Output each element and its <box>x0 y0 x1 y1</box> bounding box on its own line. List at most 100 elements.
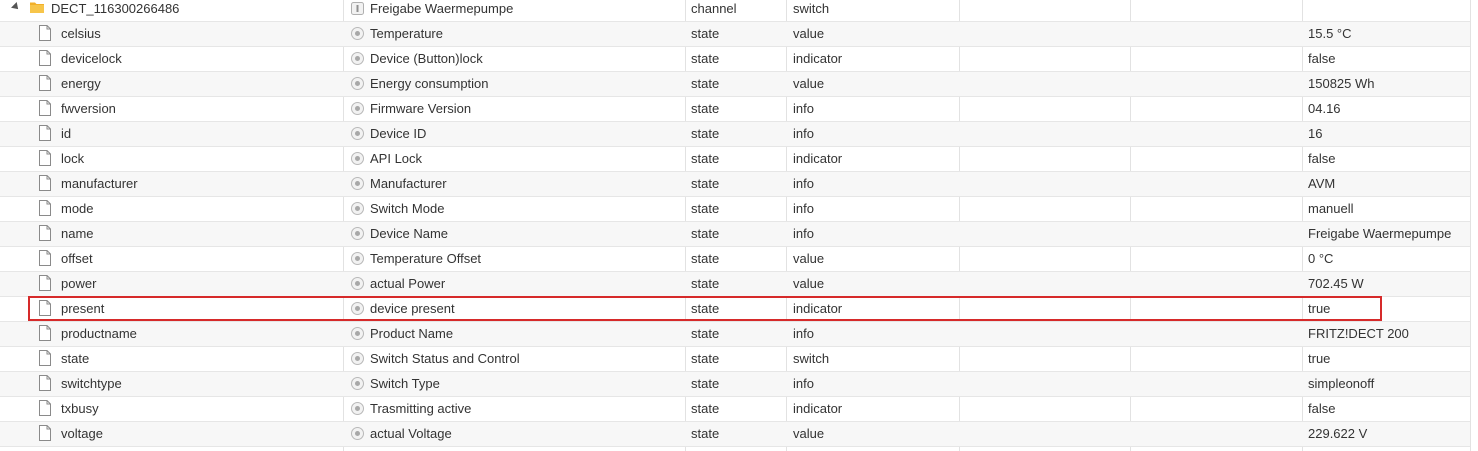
state-value[interactable]: true <box>1303 297 1470 321</box>
state-name: energy <box>61 76 101 91</box>
file-icon <box>39 225 51 241</box>
state-value[interactable]: 0 °C <box>1303 247 1470 271</box>
state-type: state <box>691 351 720 366</box>
state-title-cell: API Lock <box>344 147 685 171</box>
channel-row[interactable]: DECT_116300266486 Freigabe Waermepumpe c… <box>0 0 1470 22</box>
state-type: state <box>691 76 720 91</box>
state-value[interactable]: 04.16 <box>1303 97 1470 121</box>
state-row-celsius[interactable]: celsius Temperature state value 15.5 °C <box>0 22 1470 47</box>
empty-cell <box>1131 222 1302 246</box>
state-title: Trasmitting active <box>370 401 472 416</box>
state-row-mode[interactable]: mode Switch Mode state info manuell <box>0 197 1470 222</box>
empty-cell <box>1131 172 1302 196</box>
state-type: state <box>691 426 720 441</box>
state-row-txbusy[interactable]: txbusy Trasmitting active state indicator fa… <box>0 397 1470 422</box>
state-row-offset[interactable]: offset Temperature Offset state value 0 °C <box>0 247 1470 272</box>
state-name-cell: mode <box>0 197 343 221</box>
state-value[interactable]: simpleonoff <box>1303 372 1470 396</box>
state-icon <box>351 302 364 315</box>
state-row-power[interactable]: power actual Power state value 702.45 W <box>0 272 1470 297</box>
state-type: state <box>691 101 720 116</box>
state-title: Temperature <box>370 26 443 41</box>
state-icon <box>351 102 364 115</box>
state-name: devicelock <box>61 51 122 66</box>
state-name-cell: energy <box>0 72 343 96</box>
file-icon <box>39 400 51 416</box>
state-icon <box>351 227 364 240</box>
state-type: state <box>691 226 720 241</box>
state-row-manufacturer[interactable]: manufacturer Manufacturer state info AVM <box>0 172 1470 197</box>
empty-cell <box>960 322 1130 346</box>
state-row-productname[interactable]: productname Product Name state info FRITZ!DE… <box>0 322 1470 347</box>
state-title: Device ID <box>370 126 427 141</box>
state-icon <box>351 27 364 40</box>
state-value[interactable]: false <box>1303 397 1470 421</box>
empty-cell <box>960 72 1130 96</box>
state-value[interactable]: 229.622 V <box>1303 422 1470 446</box>
state-row-present[interactable]: present device present state indicator true <box>0 297 1470 322</box>
state-icon <box>351 277 364 290</box>
state-title: Switch Mode <box>370 201 445 216</box>
state-value[interactable]: manuell <box>1303 197 1470 221</box>
state-role: value <box>793 26 825 41</box>
state-value[interactable]: 702.45 W <box>1303 272 1470 296</box>
state-title: Device (Button)lock <box>370 51 483 66</box>
state-type: state <box>691 251 720 266</box>
state-title-cell: Switch Mode <box>344 197 685 221</box>
state-row-id[interactable]: id Device ID state info 16 <box>0 122 1470 147</box>
state-title-cell: device present <box>344 297 685 321</box>
state-title-cell: actual Voltage <box>344 422 685 446</box>
empty-cell <box>960 122 1130 146</box>
state-title-cell: actual Power <box>344 272 685 296</box>
state-value[interactable]: false <box>1303 47 1470 71</box>
state-value[interactable]: true <box>1303 347 1470 371</box>
state-row-devicelock[interactable]: devicelock Device (Button)lock state indica… <box>0 47 1470 72</box>
state-value[interactable]: AVM <box>1303 172 1470 196</box>
empty-cell <box>960 47 1130 71</box>
state-row-lock[interactable]: lock API Lock state indicator false <box>0 147 1470 172</box>
state-title-cell: Trasmitting active <box>344 397 685 421</box>
empty-cell <box>960 22 1130 46</box>
file-icon <box>39 175 51 191</box>
state-type: state <box>691 201 720 216</box>
state-type: state <box>691 326 720 341</box>
state-row-energy[interactable]: energy Energy consumption state value 150825… <box>0 72 1470 97</box>
state-title: Device Name <box>370 226 449 241</box>
expand-caret-icon[interactable] <box>11 2 21 12</box>
state-role: value <box>793 251 825 266</box>
state-row-fwversion[interactable]: fwversion Firmware Version state info 04.16 <box>0 97 1470 122</box>
file-icon <box>39 100 51 116</box>
column-divider <box>1470 0 1471 451</box>
state-value[interactable]: false <box>1303 147 1470 171</box>
object-tree-table: DECT_116300266486 Freigabe Waermepumpe c… <box>0 0 1478 451</box>
state-icon <box>351 152 364 165</box>
state-value[interactable]: 150825 Wh <box>1303 72 1470 96</box>
state-icon <box>351 327 364 340</box>
state-icon <box>351 402 364 415</box>
state-value[interactable]: FRITZ!DECT 200 <box>1303 322 1470 346</box>
empty-cell <box>1131 272 1302 296</box>
state-value[interactable]: 15.5 °C <box>1303 22 1470 46</box>
state-name-cell: name <box>0 222 343 246</box>
file-icon <box>39 350 51 366</box>
state-icon <box>351 177 364 190</box>
file-icon <box>39 125 51 141</box>
state-value[interactable]: Freigabe Waermepumpe <box>1303 222 1470 246</box>
state-row-name[interactable]: name Device Name state info Freigabe Waermep… <box>0 222 1470 247</box>
state-icon <box>351 127 364 140</box>
empty-cell <box>960 97 1130 121</box>
state-icon <box>351 352 364 365</box>
state-value[interactable]: 16 <box>1303 122 1470 146</box>
state-title-cell: Switch Type <box>344 372 685 396</box>
empty-cell <box>1131 422 1302 446</box>
state-type: state <box>691 176 720 191</box>
state-title: Manufacturer <box>370 176 447 191</box>
state-type: state <box>691 151 720 166</box>
state-title-cell: Manufacturer <box>344 172 685 196</box>
empty-cell <box>960 372 1130 396</box>
state-row-state[interactable]: state Switch Status and Control state switc… <box>0 347 1470 372</box>
state-name: txbusy <box>61 401 99 416</box>
state-row-switchtype[interactable]: switchtype Switch Type state info simpleonof… <box>0 372 1470 397</box>
file-icon <box>39 50 51 66</box>
state-row-voltage[interactable]: voltage actual Voltage state value 229.622 V <box>0 422 1470 447</box>
